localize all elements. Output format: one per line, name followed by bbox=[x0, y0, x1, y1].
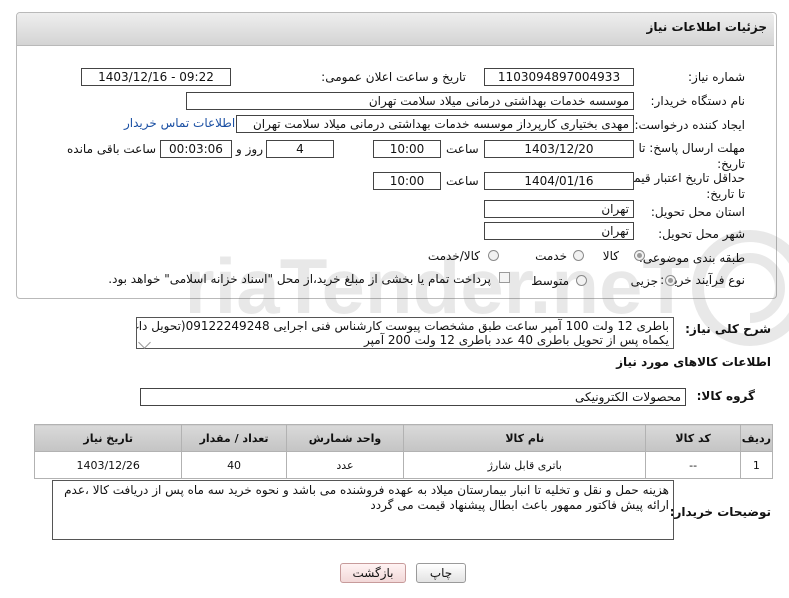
back-button[interactable]: بازگشت bbox=[340, 563, 406, 583]
col-header-goods-name: نام کالا bbox=[403, 424, 647, 452]
price-validity-label: حداقل تاریخ اعتبار قیمت: تا تاریخ: bbox=[618, 171, 745, 201]
province-label: استان محل تحویل: bbox=[650, 205, 745, 219]
city-field: تهران bbox=[484, 222, 634, 240]
province-field: تهران bbox=[484, 200, 634, 218]
description-box: باطری 12 ولت 100 آمپر ساعت طبق مشخصات پی… bbox=[136, 317, 674, 349]
buyer-notes-label: توضیحات خریدار: bbox=[669, 505, 771, 519]
reply-time-label: ساعت bbox=[446, 142, 479, 156]
process-radio-medium[interactable] bbox=[576, 275, 587, 286]
reply-deadline-label: مهلت ارسال پاسخ: تا تاریخ: bbox=[638, 141, 745, 171]
table-header-row: ردیف کد کالا نام کالا واحد شمارش تعداد /… bbox=[33, 424, 774, 452]
city-label: شهر محل تحویل: bbox=[658, 227, 745, 241]
col-header-goods-code: کد کالا bbox=[645, 424, 741, 452]
category-radio-both[interactable] bbox=[488, 250, 499, 261]
category-option-both: کالا/خدمت bbox=[427, 249, 480, 263]
cell-quantity: 40 bbox=[181, 451, 287, 479]
print-button[interactable]: چاپ bbox=[416, 563, 466, 583]
category-label: طبقه بندی موضوعی: bbox=[638, 251, 745, 265]
creator-field: مهدی بختیاری کارپرداز موسسه خدمات بهداشت… bbox=[236, 115, 634, 133]
reply-days-label: روز و bbox=[236, 142, 263, 156]
buyer-label: نام دستگاه خریدار: bbox=[650, 94, 746, 108]
category-radio-goods[interactable] bbox=[634, 250, 645, 261]
goods-info-heading: اطلاعات کالاهای مورد نیاز bbox=[616, 355, 771, 369]
description-line-2: یکماه پس از تحویل باطری 40 عدد باطری 12 … bbox=[364, 333, 669, 347]
description-line-1: باطری 12 ولت 100 آمپر ساعت طبق مشخصات پی… bbox=[137, 319, 669, 333]
reply-date-field: 1403/12/20 bbox=[484, 140, 634, 158]
cell-row-number: 1 bbox=[739, 451, 774, 479]
table-row: 1 -- باتری قابل شارژ عدد 40 1403/12/26 bbox=[33, 451, 774, 479]
category-radio-service[interactable] bbox=[573, 250, 584, 261]
validity-time-field: 10:00 bbox=[373, 172, 441, 190]
col-header-row-number: ردیف bbox=[739, 424, 774, 452]
buyer-notes-line-2: ارائه پیش فاکتور ممهور باعث ابطال پیشنها… bbox=[370, 498, 669, 512]
process-radio-partial[interactable] bbox=[665, 275, 676, 286]
buyer-contact-link[interactable]: اطلاعات تماس خریدار bbox=[124, 116, 235, 130]
process-option-medium: متوسط bbox=[531, 274, 569, 288]
remaining-time-field: 00:03:06 bbox=[160, 140, 232, 158]
cell-need-date: 1403/12/26 bbox=[33, 451, 183, 479]
reply-time-field: 10:00 bbox=[373, 140, 441, 158]
goods-group-field: محصولات الکترونیکی bbox=[140, 388, 686, 406]
reply-days-field: 4 bbox=[266, 140, 334, 158]
remaining-time-label: ساعت باقی مانده bbox=[67, 142, 157, 156]
category-option-service: خدمت bbox=[535, 249, 567, 263]
announce-label: تاریخ و ساعت اعلان عمومی: bbox=[321, 70, 466, 84]
buyer-field: موسسه خدمات بهداشتی درمانی میلاد سلامت ت… bbox=[186, 92, 634, 110]
col-header-unit: واحد شمارش bbox=[285, 424, 405, 452]
description-label: شرح کلی نیاز: bbox=[685, 322, 771, 336]
goods-group-label: گروه کالا: bbox=[696, 389, 755, 403]
announce-field: 1403/12/16 - 09:22 bbox=[81, 68, 231, 86]
items-table: ردیف کد کالا نام کالا واحد شمارش تعداد /… bbox=[33, 424, 774, 479]
col-header-need-date: تاریخ نیاز bbox=[33, 424, 183, 452]
panel-title: جزئیات اطلاعات نیاز bbox=[646, 20, 767, 34]
payment-treasury-checkbox[interactable] bbox=[499, 272, 510, 283]
payment-note: پرداخت تمام یا بخشی از مبلغ خرید،از محل … bbox=[108, 272, 491, 286]
cell-unit: عدد bbox=[285, 451, 405, 479]
validity-time-label: ساعت bbox=[446, 174, 479, 188]
need-number-field: 1103094897004933 bbox=[484, 68, 634, 86]
col-header-quantity: تعداد / مقدار bbox=[181, 424, 287, 452]
need-number-label: شماره نیاز: bbox=[688, 70, 745, 84]
cell-goods-name: باتری قابل شارژ bbox=[403, 451, 647, 479]
category-option-goods: کالا bbox=[602, 249, 619, 263]
process-option-partial: جزیی bbox=[630, 274, 658, 288]
cell-goods-code: -- bbox=[645, 451, 741, 479]
buyer-notes-line-1: هزینه حمل و نقل و تخلیه تا انبار بیمارست… bbox=[64, 483, 669, 497]
validity-date-field: 1404/01/16 bbox=[484, 172, 634, 190]
buyer-notes-box: هزینه حمل و نقل و تخلیه تا انبار بیمارست… bbox=[52, 480, 674, 540]
creator-label: ایجاد کننده درخواست: bbox=[634, 118, 745, 132]
